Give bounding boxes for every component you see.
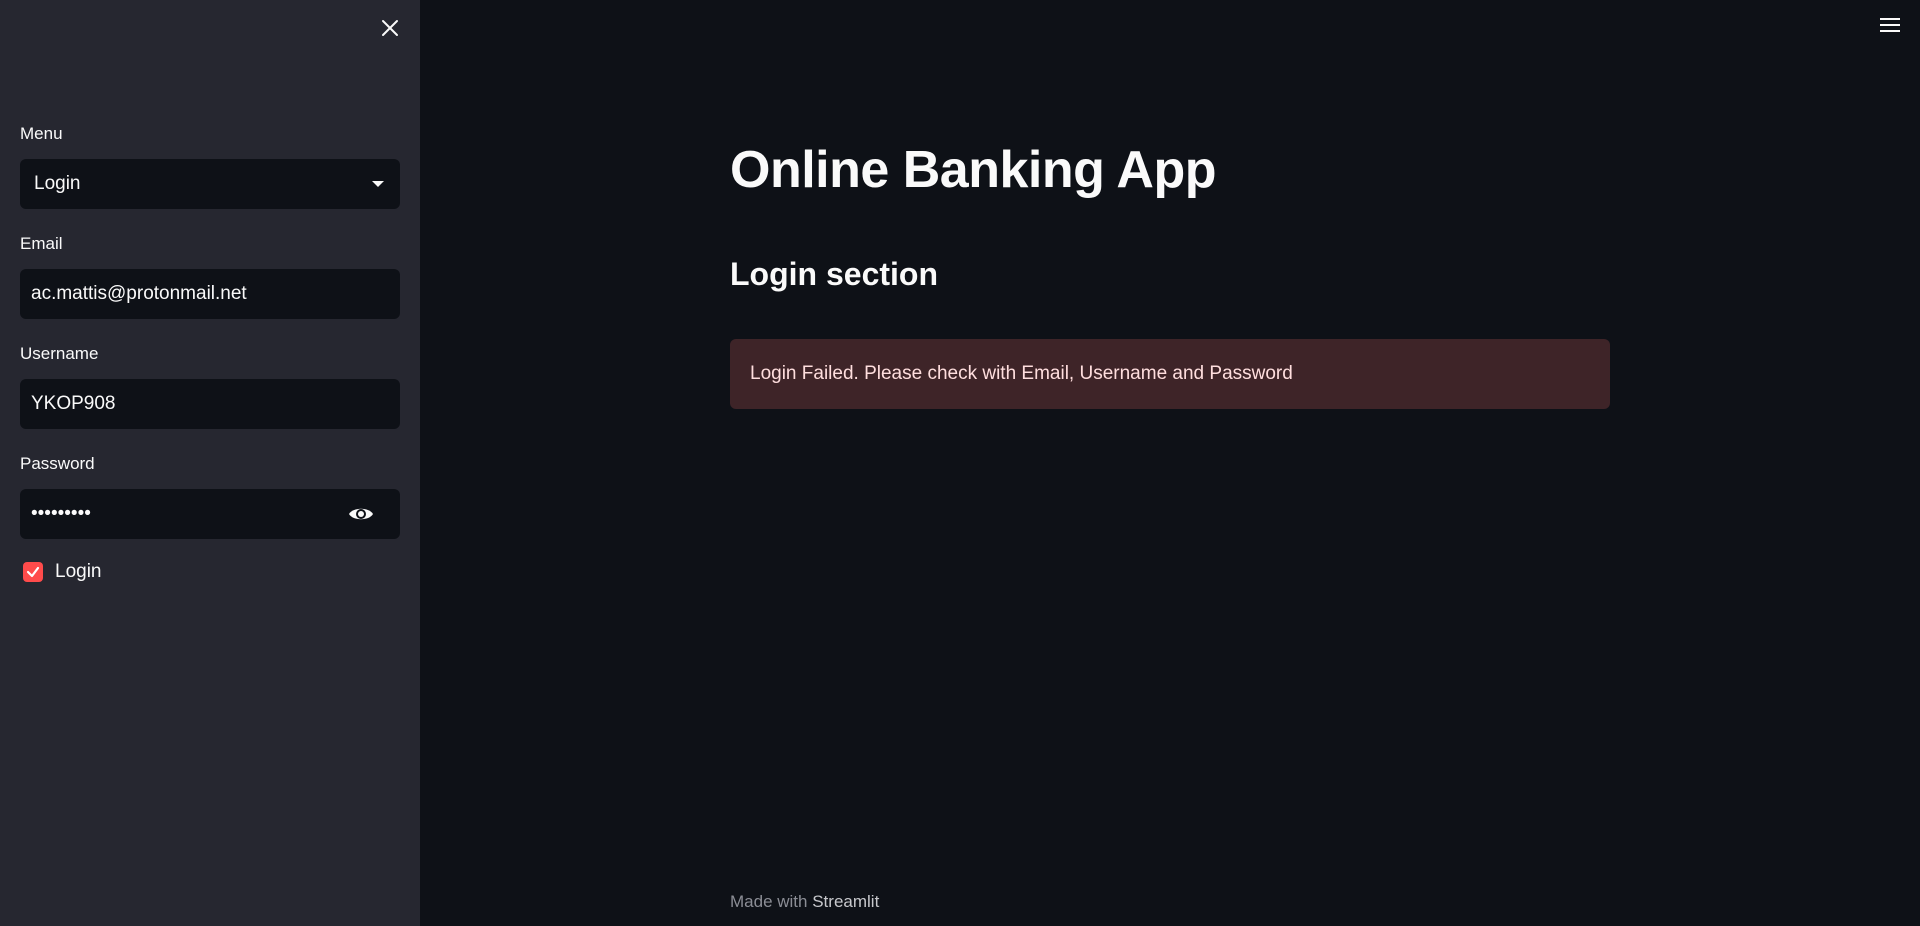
chevron-down-icon [372,181,384,187]
main-menu-button[interactable] [1880,18,1900,36]
email-field[interactable]: ac.mattis@protonmail.net [20,269,400,319]
menu-select-value: Login [34,173,81,194]
username-value: YKOP908 [31,393,116,414]
username-label: Username [20,344,99,363]
menu-select[interactable]: Login [20,159,400,209]
show-password-button[interactable] [348,503,374,525]
footer: Made with Streamlit [730,892,879,912]
close-sidebar-button[interactable] [378,16,402,40]
password-field[interactable]: ••••••••• [20,489,400,539]
check-icon [26,566,40,578]
email-value: ac.mattis@protonmail.net [31,283,247,304]
login-checkbox-row[interactable]: Login [23,561,102,583]
section-title: Login section [730,256,938,292]
close-icon [382,20,398,36]
footer-made-with: Made with [730,892,808,911]
login-checkbox[interactable] [23,562,43,582]
hamburger-icon [1880,18,1900,32]
login-checkbox-label: Login [55,561,102,582]
footer-brand-link[interactable]: Streamlit [812,892,879,911]
eye-icon [349,508,373,520]
email-label: Email [20,234,63,253]
password-label: Password [20,454,95,473]
page-title: Online Banking App [730,141,1216,199]
password-value: ••••••••• [31,503,91,524]
menu-label: Menu [20,124,63,143]
username-field[interactable]: YKOP908 [20,379,400,429]
error-message: Login Failed. Please check with Email, U… [750,363,1293,384]
error-alert: Login Failed. Please check with Email, U… [730,339,1610,409]
app-root: Menu Login Email ac.mattis@protonmail.ne… [0,0,1920,926]
sidebar: Menu Login Email ac.mattis@protonmail.ne… [0,0,420,926]
